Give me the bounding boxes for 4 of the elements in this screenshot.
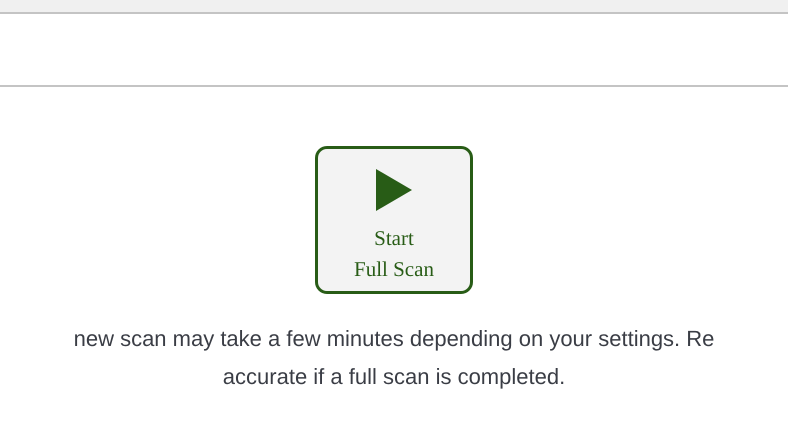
description-text: new scan may take a few minutes depending on your settings. Re [74, 325, 714, 353]
start-full-scan-button[interactable]: Start Full Scan [315, 146, 473, 294]
description-text: accurate if a full scan is completed. [222, 363, 566, 391]
play-icon [376, 169, 412, 211]
